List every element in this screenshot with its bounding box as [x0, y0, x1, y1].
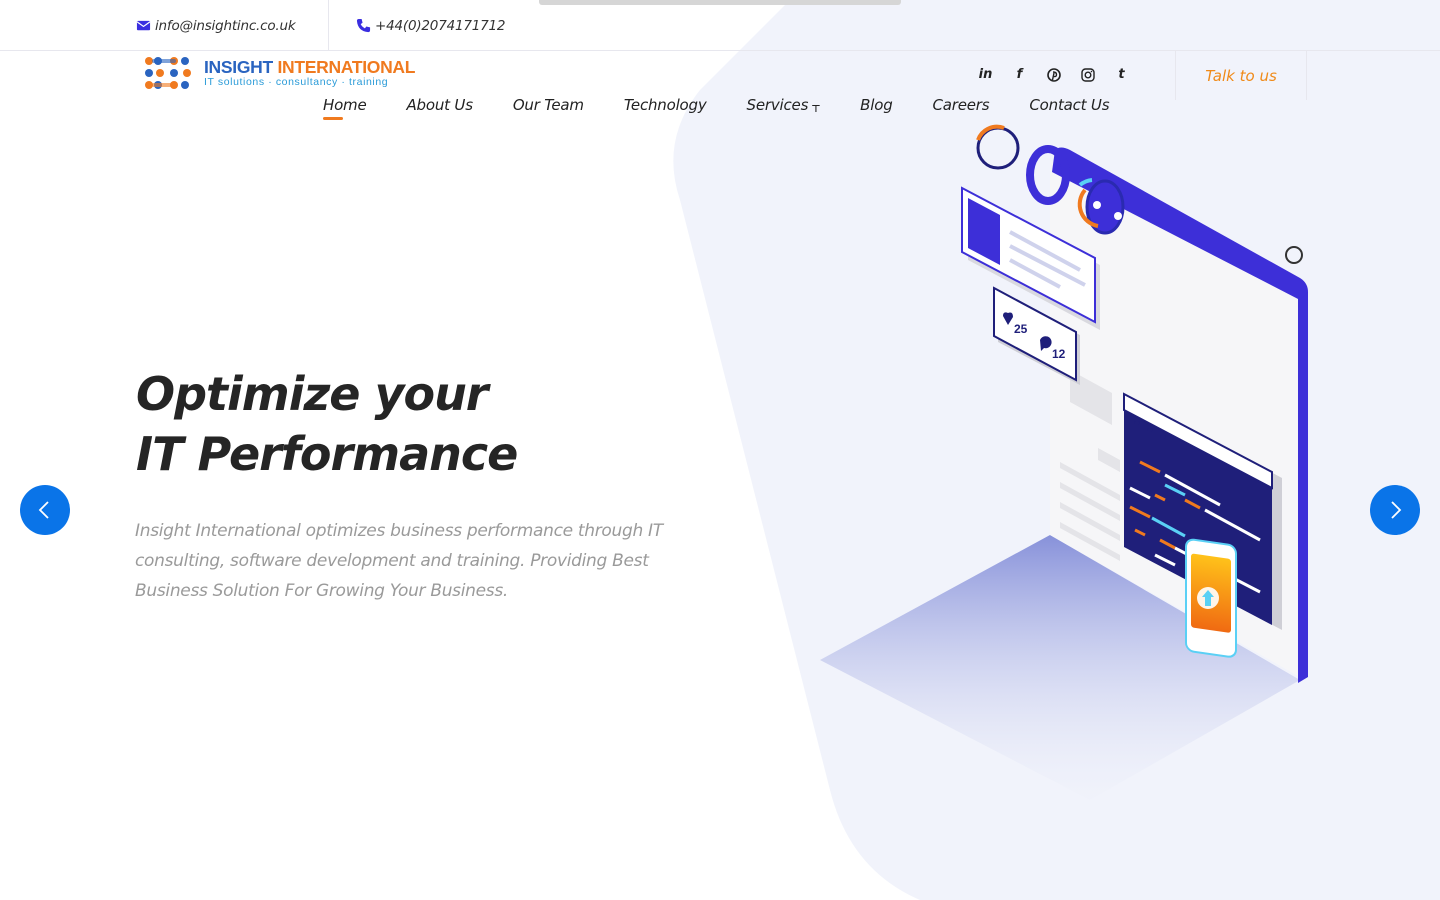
hero-title-line2: IT Performance: [136, 427, 518, 481]
slider-prev-button[interactable]: [20, 485, 70, 535]
logo-mark-icon: [145, 57, 191, 89]
nav-item-contact-us[interactable]: Contact Us: [1029, 96, 1109, 114]
chevron-left-icon: [38, 501, 49, 519]
slider-dot-indicator[interactable]: [1285, 246, 1303, 264]
logo-subtitle: IT solutions · consultancy · training: [204, 76, 389, 88]
top-bar: info@insightinc.co.uk +44(0)2074171712: [0, 0, 1440, 51]
main-nav: Home About Us Our Team Technology Servic…: [323, 96, 1149, 120]
logo-title: INSIGHT INTERNATIONAL: [204, 56, 416, 77]
nav-item-services-label: Services: [746, 96, 809, 114]
loading-bar: [539, 0, 901, 5]
nav-item-our-team[interactable]: Our Team: [513, 96, 584, 114]
talk-to-us-container: Talk to us: [1175, 51, 1307, 100]
hero-description: Insight International optimizes business…: [135, 521, 663, 601]
logo[interactable]: INSIGHT INTERNATIONAL IT solutions · con…: [144, 55, 415, 91]
instagram-icon[interactable]: [1079, 66, 1096, 83]
social-links: in f t: [977, 66, 1130, 83]
likes-count: 25: [1014, 322, 1028, 336]
dropdown-caret-icon: ⊤: [811, 104, 821, 115]
topbar-divider: [328, 0, 329, 51]
hero-title: Optimize your IT Performance: [136, 364, 518, 484]
hero-illustration: 25 12: [820, 124, 1308, 800]
comments-count: 12: [1052, 347, 1066, 361]
talk-to-us-button[interactable]: Talk to us: [1205, 67, 1277, 85]
nav-item-technology[interactable]: Technology: [624, 96, 707, 114]
email-link[interactable]: info@insightinc.co.uk: [136, 0, 296, 51]
envelope-icon: [136, 20, 151, 31]
chevron-right-icon: [1391, 501, 1402, 519]
tumblr-icon[interactable]: t: [1113, 66, 1130, 83]
linkedin-icon[interactable]: in: [977, 66, 994, 83]
hero-title-line1: Optimize your: [136, 367, 489, 421]
phone-link[interactable]: +44(0)2074171712: [356, 0, 506, 51]
phone-icon: [356, 18, 371, 33]
nav-item-about-us[interactable]: About Us: [407, 96, 474, 114]
nav-item-home[interactable]: Home: [323, 96, 367, 120]
pinterest-icon[interactable]: [1045, 66, 1062, 83]
nav-item-careers[interactable]: Careers: [933, 96, 990, 114]
nav-item-blog[interactable]: Blog: [860, 96, 893, 114]
ring-decoration: [976, 126, 1020, 170]
facebook-icon[interactable]: f: [1011, 66, 1028, 83]
phone-text: +44(0)2074171712: [375, 17, 506, 34]
email-text: info@insightinc.co.uk: [155, 17, 296, 34]
slider-next-button[interactable]: [1370, 485, 1420, 535]
nav-item-services[interactable]: Services ⊤: [746, 96, 821, 115]
